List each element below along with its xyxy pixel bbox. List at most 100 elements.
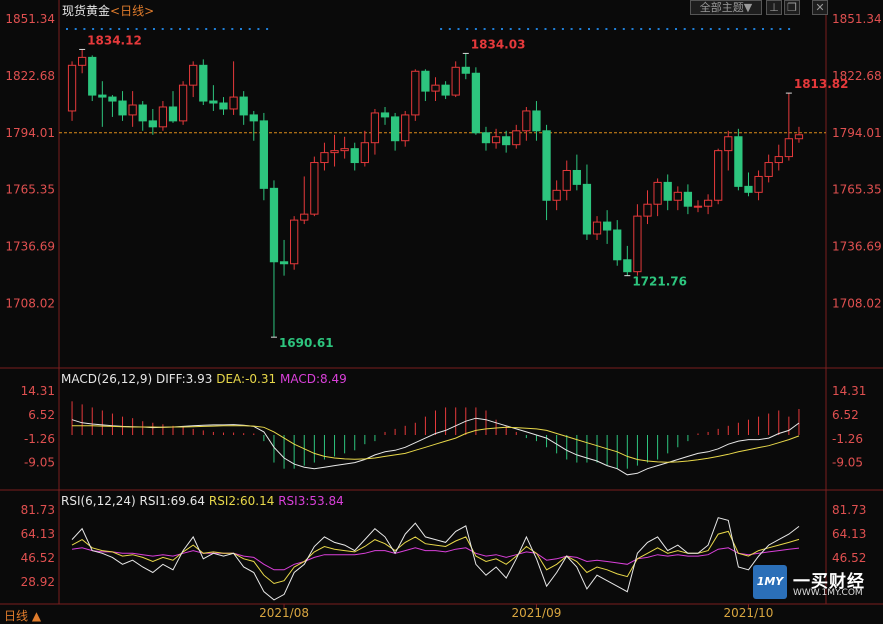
- candle-body: [380, 112, 390, 118]
- candle-body: [300, 213, 309, 221]
- event-dot: [66, 28, 68, 30]
- candle-body: [602, 221, 612, 231]
- macd-diff-value: 3.93: [185, 372, 213, 386]
- macd-hist-value: 8.49: [320, 372, 347, 386]
- event-dot: [648, 28, 651, 30]
- event-dot: [170, 28, 173, 30]
- candle-body: [653, 181, 662, 205]
- candle-body: [683, 191, 693, 207]
- period-tag[interactable]: <日线>: [110, 4, 154, 18]
- event-dot: [161, 28, 164, 30]
- candle-body: [784, 138, 793, 158]
- event-dot: [788, 28, 791, 30]
- event-dot: [631, 28, 634, 30]
- candle-body: [623, 259, 632, 273]
- price-axis-label-left: 1794.01: [5, 126, 55, 140]
- symbol-title: 现货黄金<日线>: [62, 2, 154, 19]
- x-axis-month-label: 2021/09: [512, 606, 562, 620]
- candle-body: [411, 70, 420, 116]
- event-dot: [553, 28, 556, 30]
- event-dot: [527, 28, 530, 30]
- candle-body: [451, 66, 460, 96]
- event-dot: [240, 28, 242, 30]
- event-dot: [144, 28, 147, 30]
- candle-body: [340, 148, 349, 152]
- high-price-label: 1813.82: [794, 77, 849, 91]
- candle-body: [199, 64, 208, 102]
- restore-icon[interactable]: ❐: [784, 0, 800, 15]
- candle-body: [178, 84, 188, 122]
- event-dot: [74, 28, 77, 30]
- event-dot: [779, 28, 782, 30]
- rsi3-line: [71, 547, 800, 571]
- event-dot: [640, 28, 643, 30]
- candle-body: [734, 136, 743, 187]
- candle-body: [754, 175, 763, 193]
- candle-body: [310, 162, 319, 215]
- event-dot: [509, 28, 512, 30]
- event-dot: [692, 28, 695, 30]
- event-dot: [483, 28, 486, 30]
- candle-body: [532, 110, 541, 132]
- candle-body: [592, 221, 602, 235]
- candle-body: [279, 261, 289, 265]
- event-dot: [213, 28, 216, 30]
- candle-body: [168, 106, 178, 122]
- macd-dea-value: -0.31: [245, 372, 277, 386]
- candle-body: [461, 66, 470, 74]
- candle-body: [128, 104, 137, 116]
- event-dot: [605, 28, 608, 30]
- rsi-axis-label-left: 28.92: [21, 575, 55, 589]
- price-axis-label-left: 1736.69: [5, 240, 55, 254]
- candle-body: [542, 130, 551, 201]
- macd-title: MACD(26,12,9): [61, 372, 153, 386]
- event-dot: [596, 28, 599, 30]
- candle-body: [491, 136, 501, 144]
- candle-body: [209, 100, 218, 104]
- candle-body: [88, 56, 97, 96]
- low-price-label: 1721.76: [632, 275, 687, 289]
- event-dot: [588, 28, 590, 30]
- theme-dropdown-button[interactable]: 全部主题▼: [690, 0, 762, 15]
- price-axis-label-right: 1794.01: [832, 126, 882, 140]
- candle-body: [764, 162, 773, 177]
- macd-axis-label-right: 14.31: [832, 384, 866, 398]
- event-dot: [518, 28, 521, 30]
- candle-body: [249, 114, 258, 122]
- candle-body: [370, 112, 380, 144]
- candle-body: [774, 156, 783, 164]
- price-axis-label-right: 1708.02: [832, 296, 882, 310]
- candle-body: [98, 94, 107, 98]
- candle-body: [259, 120, 269, 189]
- low-price-label: 1690.61: [279, 336, 334, 350]
- candle-body: [522, 110, 531, 132]
- macd-axis-label-right: 6.52: [832, 408, 859, 422]
- event-dot: [718, 28, 721, 30]
- period-button[interactable]: 日线 ▲: [4, 607, 41, 624]
- event-dot: [196, 28, 199, 30]
- macd-axis-label-left: -1.26: [24, 432, 55, 446]
- event-dot: [83, 28, 86, 30]
- candle-body: [582, 183, 592, 235]
- candle-body: [67, 64, 77, 112]
- event-dot: [535, 28, 538, 30]
- event-dot: [448, 28, 451, 30]
- candle-body: [239, 96, 248, 116]
- candle-body: [118, 100, 127, 116]
- candle-body: [572, 169, 581, 185]
- rsi-legend: RSI(6,12,24) RSI1:69.64 RSI2:60.14 RSI3:…: [61, 494, 344, 508]
- candle-body: [643, 203, 652, 217]
- x-axis-month-label: 2021/08: [259, 606, 309, 620]
- candle-body: [390, 116, 400, 142]
- candle-body: [552, 189, 561, 201]
- pin-icon[interactable]: ⊥: [766, 0, 782, 15]
- candle-body: [269, 187, 279, 263]
- candle-body: [108, 96, 117, 102]
- close-icon[interactable]: ✕: [812, 0, 828, 15]
- event-dot: [92, 28, 95, 30]
- event-dot: [701, 28, 704, 30]
- candle-body: [401, 114, 410, 142]
- candle-body: [431, 84, 440, 92]
- candle-body: [724, 136, 733, 152]
- rsi-axis-label-right: 81.73: [832, 503, 866, 517]
